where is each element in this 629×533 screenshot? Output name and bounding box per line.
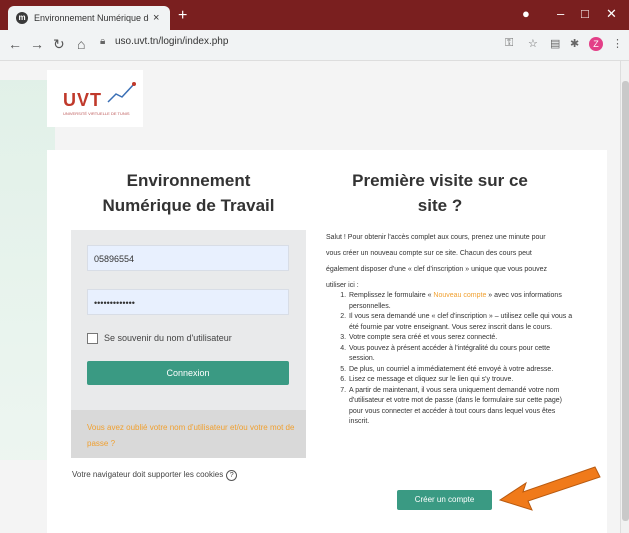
signup-step: Lisez ce message et cliquez sur le lien … <box>348 375 576 386</box>
create-account-button[interactable]: Créer un compte <box>397 490 492 510</box>
scrollbar-thumb[interactable] <box>622 81 629 521</box>
signup-heading-line2: site ? <box>417 196 463 215</box>
logo-graph-icon <box>107 82 136 103</box>
site-favicon-icon: m <box>16 12 28 24</box>
tab-title: Environnement Numérique de Tr <box>34 13 149 23</box>
browser-tab[interactable]: m Environnement Numérique de Tr × <box>8 6 170 30</box>
home-icon[interactable]: ⌂ <box>77 36 85 52</box>
signup-step: Votre compte sera créé et vous serez con… <box>348 333 576 344</box>
remember-username-checkbox[interactable] <box>87 333 98 344</box>
browser-title-bar: m Environnement Numérique de Tr × + ● – … <box>0 0 629 30</box>
logo-subtitle: UNIVERSITÉ VIRTUELLE DE TUNIS <box>63 111 130 116</box>
new-account-link[interactable]: Nouveau compte <box>433 292 486 299</box>
minimize-icon[interactable]: – <box>557 6 564 21</box>
signup-step: Il vous sera demandé une « clef d'inscri… <box>348 312 576 333</box>
address-bar[interactable]: uso.uvt.tn/login/index.php <box>115 36 228 47</box>
profile-avatar[interactable]: Z <box>589 37 603 51</box>
login-button[interactable]: Connexion <box>87 361 289 385</box>
signup-heading-line1: Première visite sur ce <box>352 171 528 190</box>
signup-step: A partir de maintenant, il vous sera uni… <box>348 386 576 428</box>
bookmark-star-icon[interactable]: ☆ <box>528 37 538 50</box>
close-window-icon[interactable]: ✕ <box>606 6 617 22</box>
back-icon[interactable]: ← <box>8 36 22 52</box>
tab-close-icon[interactable]: × <box>153 12 159 24</box>
login-heading-line2: Numérique de Travail <box>102 196 275 215</box>
forgot-password-link[interactable]: Vous avez oublié votre nom d'utilisateur… <box>87 420 297 452</box>
signup-step: Vous pouvez à présent accéder à l'intégr… <box>348 344 576 365</box>
uvt-logo[interactable]: UVT <box>63 90 102 111</box>
profile-dot-icon[interactable]: ● <box>522 6 530 21</box>
step1-text-pre: Remplissez le formulaire « <box>349 292 434 299</box>
forward-icon[interactable]: → <box>30 36 44 52</box>
password-input[interactable]: ••••••••••••• <box>87 289 289 315</box>
login-heading-line1: Environnement <box>126 171 251 190</box>
cookies-notice: Votre navigateur doit supporter les cook… <box>72 470 238 481</box>
reading-list-icon[interactable]: ▤ <box>550 37 560 50</box>
signup-intro: Salut ! Pour obtenir l'accès complet aux… <box>326 234 547 289</box>
browser-toolbar: ← → ↻ ⌂ 🔒︎ uso.uvt.tn/login/index.php ⚿ … <box>0 30 629 61</box>
signup-heading: Première visite sur ce site ? <box>326 168 554 218</box>
page-scrollbar[interactable] <box>620 61 629 533</box>
signup-step: Remplissez le formulaire « Nouveau compt… <box>348 291 576 312</box>
login-heading: Environnement Numérique de Travail <box>71 168 306 218</box>
remember-username-label: Se souvenir du nom d'utilisateur <box>104 333 232 343</box>
lock-icon[interactable]: 🔒︎ <box>100 36 105 47</box>
new-tab-icon[interactable]: + <box>178 7 187 25</box>
signup-steps: Remplissez le formulaire « Nouveau compt… <box>336 291 576 428</box>
maximize-icon[interactable]: □ <box>581 6 589 21</box>
signup-step: De plus, un courriel a immédiatement été… <box>348 365 576 376</box>
orange-arrow-annotation <box>498 466 601 511</box>
menu-icon[interactable]: ⋮ <box>612 37 623 50</box>
extensions-icon[interactable]: ✱ <box>570 37 579 50</box>
reload-icon[interactable]: ↻ <box>53 36 65 53</box>
cookies-notice-text: Votre navigateur doit supporter les cook… <box>72 470 224 479</box>
question-icon[interactable]: ? <box>226 470 238 481</box>
username-input[interactable]: 05896554 <box>87 245 289 271</box>
key-icon[interactable]: ⚿ <box>505 37 513 50</box>
